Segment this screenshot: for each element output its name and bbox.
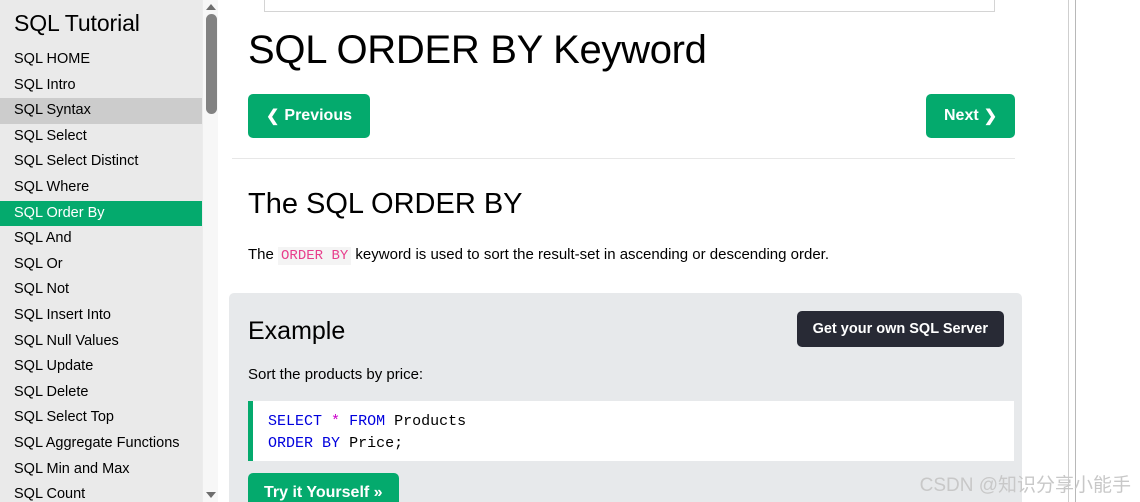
previous-button[interactable]: ❮ Previous [248,94,370,138]
sidebar-item-sql-syntax[interactable]: SQL Syntax [0,98,202,124]
section-heading: The SQL ORDER BY [248,188,523,220]
main-content: SQL ORDER BY Keyword ❮ Previous Next ❯ T… [219,0,1068,502]
sidebar-scrollbar[interactable] [202,0,218,502]
get-your-own-sql-server-button[interactable]: Get your own SQL Server [796,311,1004,347]
right-rail [1076,0,1140,502]
sidebar-item-sql-min-and-max[interactable]: SQL Min and Max [0,457,202,483]
sidebar-item-list: SQL HOME SQL Intro SQL Syntax SQL Select SQL… [0,47,202,502]
sidebar-item-sql-insert-into[interactable]: SQL Insert Into [0,303,202,329]
code-line-1: SELECT * FROM Products [268,411,1014,433]
sql-keyword-order: ORDER [268,435,314,452]
scrollbar-up-arrow-icon[interactable] [203,0,219,14]
right-rail-divider-inner [1068,0,1069,502]
sidebar-item-sql-where[interactable]: SQL Where [0,175,202,201]
sidebar-item-sql-and[interactable]: SQL And [0,226,202,252]
sidebar-item-sql-order-by[interactable]: SQL Order By [0,200,202,227]
intro-paragraph: The ORDER BY keyword is used to sort the… [248,246,830,265]
sql-operator-star: * [331,413,341,430]
sidebar-item-sql-home[interactable]: SQL HOME [0,47,202,73]
sql-keyword-select: SELECT [268,413,323,430]
sidebar-item-sql-delete[interactable]: SQL Delete [0,380,202,406]
example-card: Example Get your own SQL Server Sort the… [229,293,1022,502]
sidebar-item-sql-select-distinct[interactable]: SQL Select Distinct [0,149,202,175]
chevron-right-icon: ❯ [983,108,998,125]
sidebar-item-sql-update[interactable]: SQL Update [0,354,202,380]
sidebar-item-sql-or[interactable]: SQL Or [0,252,202,278]
sidebar-item-sql-intro[interactable]: SQL Intro [0,73,202,99]
example-title: Example [248,317,346,345]
scrollbar-down-arrow-icon[interactable] [203,488,219,502]
sidebar-item-sql-aggregate-functions[interactable]: SQL Aggregate Functions [0,431,202,457]
inline-code-order-by: ORDER BY [278,247,352,265]
try-it-yourself-button[interactable]: Try it Yourself » [248,473,399,502]
sql-column-name: Price; [349,435,404,452]
code-line-2: ORDER BY Price; [268,433,1014,455]
intro-text-before: The [248,246,274,263]
sql-keyword-from: FROM [349,413,386,430]
next-button[interactable]: Next ❯ [926,94,1016,138]
sql-table-name: Products [394,413,467,430]
sidebar-item-sql-null-values[interactable]: SQL Null Values [0,329,202,355]
code-block: SELECT * FROM Products ORDER BY Price; [248,401,1014,461]
sidebar-item-sql-select-top[interactable]: SQL Select Top [0,405,202,431]
intro-text-after: keyword is used to sort the result-set i… [355,246,830,263]
previous-button-label: Previous [284,107,352,124]
page-root: SQL Tutorial SQL HOME SQL Intro SQL Syntax… [0,0,1140,502]
sidebar-item-sql-not[interactable]: SQL Not [0,277,202,303]
sidebar-nav: SQL Tutorial SQL HOME SQL Intro SQL Syntax… [0,0,202,502]
chevron-left-icon: ❮ [266,108,280,125]
horizontal-divider [232,158,1015,159]
sidebar-item-sql-count[interactable]: SQL Count [0,482,202,502]
sql-keyword-by: BY [322,435,341,452]
example-description: Sort the products by price: [248,366,424,383]
scrollbar-thumb[interactable] [206,14,217,114]
sidebar-item-sql-select[interactable]: SQL Select [0,124,202,150]
next-button-label: Next [944,107,979,124]
page-title: SQL ORDER BY Keyword [248,28,707,72]
ad-placeholder-box [264,0,995,12]
sidebar-title: SQL Tutorial [14,10,140,36]
